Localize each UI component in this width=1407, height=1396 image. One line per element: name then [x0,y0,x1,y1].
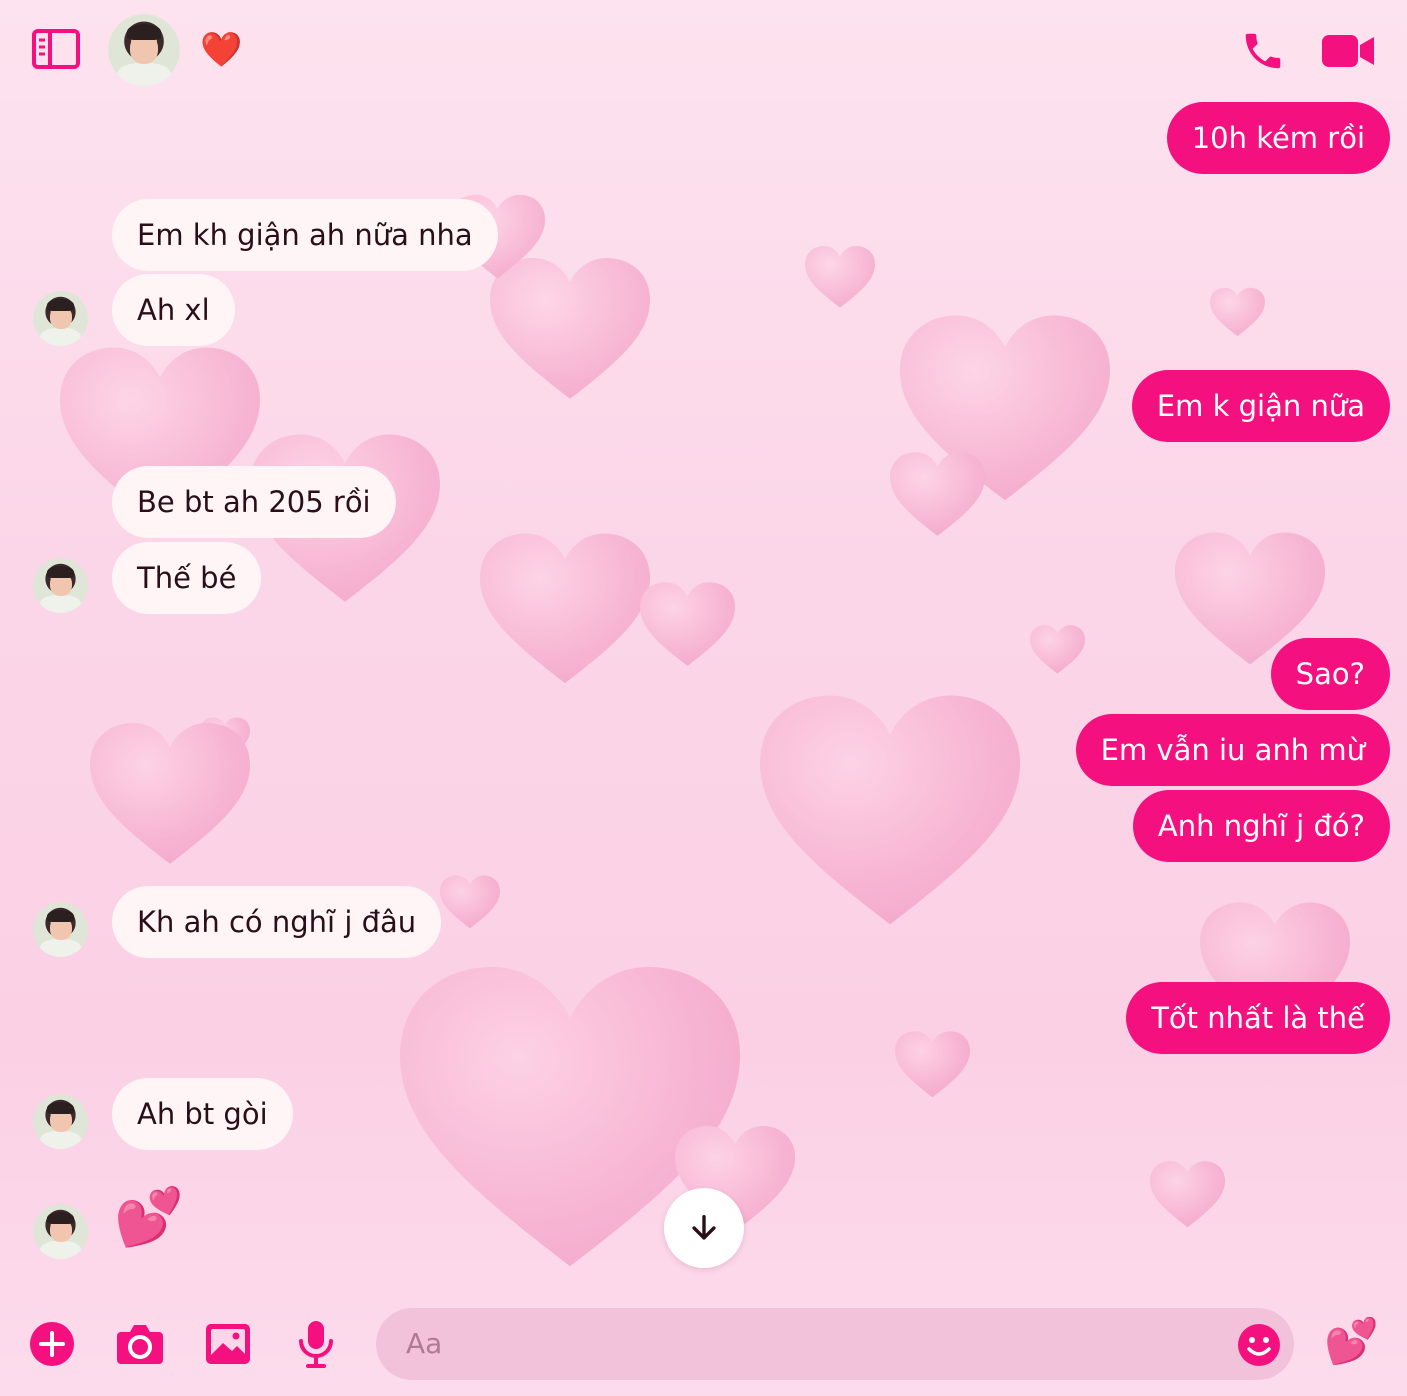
image-icon[interactable] [204,1320,252,1368]
outgoing-message[interactable]: Tốt nhất là thế [1126,982,1390,1054]
incoming-message[interactable]: Em kh giận ah nữa nha [112,199,498,271]
plus-circle-icon[interactable] [28,1320,76,1368]
nickname-emoji: ❤️ [200,30,243,70]
microphone-icon[interactable] [294,1318,338,1370]
phone-icon[interactable] [1238,26,1288,76]
contact-avatar [33,558,88,613]
message-input-placeholder: Aa [406,1327,443,1360]
video-camera-icon[interactable] [1320,30,1376,72]
contact-avatar [33,1204,88,1259]
incoming-message[interactable]: Ah bt gòi [112,1078,293,1150]
smiley-icon[interactable] [1236,1322,1282,1368]
incoming-message[interactable]: Be bt ah 205 rồi [112,466,396,538]
incoming-message[interactable]: Thế bé [112,542,262,614]
contact-avatar[interactable] [108,14,180,86]
scroll-to-bottom-button[interactable] [664,1188,744,1268]
outgoing-message[interactable]: Em k giận nữa [1131,370,1390,442]
contact-avatar [33,902,88,957]
incoming-message[interactable]: Ah xl [112,274,235,346]
arrow-down-icon [692,1214,716,1240]
contact-avatar [33,1094,88,1149]
chat-header: ❤️ [0,0,1407,100]
quick-reaction-button[interactable]: 💕 [1324,1310,1379,1374]
outgoing-message[interactable]: Anh nghĩ j đó? [1132,790,1390,862]
outgoing-message[interactable]: Em vẫn iu anh mừ [1075,714,1390,786]
message-input[interactable]: Aa [376,1308,1294,1380]
incoming-emoji-message[interactable]: 💕 [114,1180,184,1256]
contact-avatar [33,291,88,346]
sidebar-toggle-icon[interactable] [30,27,82,71]
outgoing-message[interactable]: Sao? [1270,638,1390,710]
outgoing-message[interactable]: 10h kém rồi [1166,102,1390,174]
camera-icon[interactable] [114,1320,166,1368]
incoming-message[interactable]: Kh ah có nghĩ j đâu [112,886,442,958]
